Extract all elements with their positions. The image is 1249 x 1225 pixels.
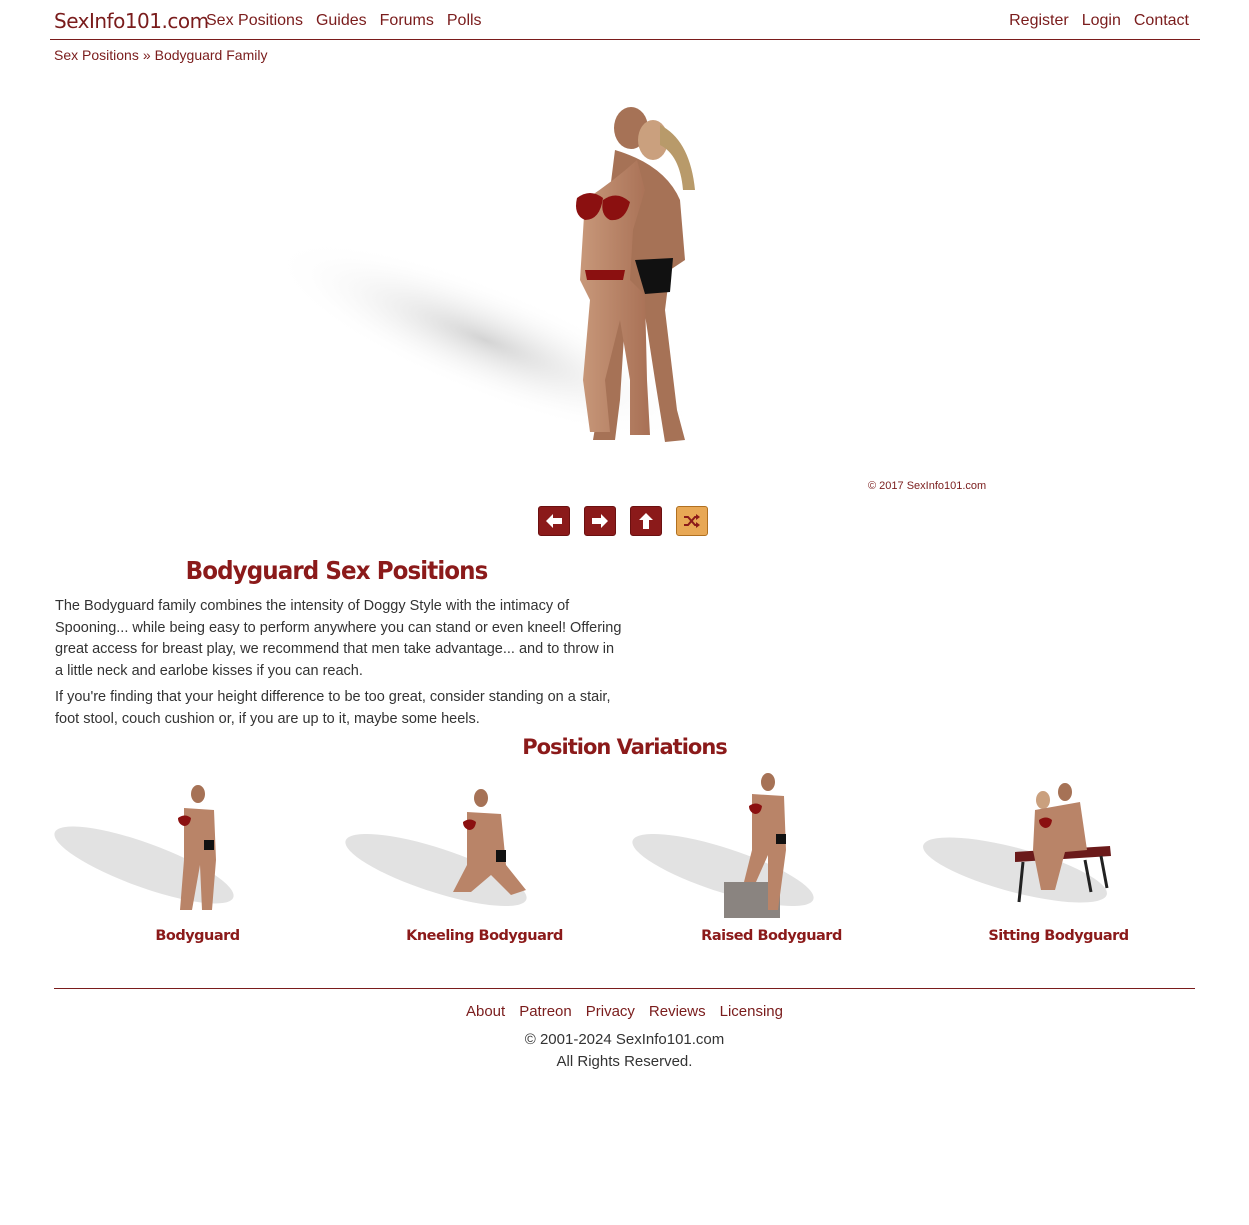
arrow-right-icon — [592, 514, 608, 528]
footer-link-about[interactable]: About — [466, 1003, 505, 1020]
account-nav: Register Login Contact — [1009, 12, 1189, 30]
description-paragraph: The Bodyguard family combines the intens… — [55, 598, 622, 679]
site-header: SexInfo101.com Sex Positions Guides Foru… — [50, 0, 1200, 40]
nav-login[interactable]: Login — [1082, 12, 1121, 30]
footer-divider — [54, 988, 1195, 989]
primary-nav: Sex Positions Guides Forums Polls — [206, 12, 482, 30]
site-logo-link[interactable]: SexInfo101.com — [54, 9, 209, 33]
variation-card-raised-bodyguard[interactable]: Raised Bodyguard — [628, 770, 915, 960]
variation-label: Raised Bodyguard — [701, 928, 842, 944]
page-title: Bodyguard Sex Positions — [185, 556, 489, 585]
arrow-left-icon — [546, 514, 562, 528]
nav-sex-positions[interactable]: Sex Positions — [206, 12, 303, 30]
variation-thumbnail — [923, 783, 1111, 903]
variation-thumbnail — [54, 785, 234, 910]
previous-position-button[interactable] — [538, 506, 570, 536]
svg-text:.: . — [725, 92, 729, 109]
nav-forums[interactable]: Forums — [380, 12, 434, 30]
breadcrumb-link-sex-positions[interactable]: Sex Positions — [54, 47, 139, 63]
random-position-button[interactable] — [676, 506, 708, 536]
footer-link-patreon[interactable]: Patreon — [519, 1003, 572, 1020]
description-paragraph: If you're finding that your height diffe… — [55, 689, 611, 727]
nav-contact[interactable]: Contact — [1134, 12, 1189, 30]
variation-card-bodyguard[interactable]: Bodyguard — [54, 770, 341, 960]
breadcrumb-link-bodyguard-family[interactable]: Bodyguard Family — [155, 47, 268, 63]
footer-copyright: © 2001-2024 SexInfo101.com All Rights Re… — [0, 1029, 1249, 1073]
hero-position-illustration: . — [285, 92, 729, 442]
variation-label: Sitting Bodyguard — [988, 928, 1129, 944]
position-controls — [538, 506, 708, 536]
variation-thumbnail — [345, 789, 527, 907]
variation-card-kneeling-bodyguard[interactable]: Kneeling Bodyguard — [341, 770, 628, 960]
variations-heading: Position Variations — [522, 735, 728, 759]
nav-guides[interactable]: Guides — [316, 12, 367, 30]
footer-link-privacy[interactable]: Privacy — [586, 1003, 635, 1020]
variation-thumbnail — [632, 773, 814, 918]
rights-text: All Rights Reserved. — [556, 1053, 693, 1070]
footer-link-reviews[interactable]: Reviews — [649, 1003, 706, 1020]
shuffle-icon — [684, 514, 700, 528]
next-position-button[interactable] — [584, 506, 616, 536]
copyright-text: © 2001-2024 SexInfo101.com — [524, 1031, 725, 1048]
footer-nav: About Patreon Privacy Reviews Licensing — [0, 1003, 1249, 1020]
footer-link-licensing[interactable]: Licensing — [720, 1003, 783, 1020]
breadcrumb-separator: » — [142, 47, 151, 63]
variation-label: Bodyguard — [155, 928, 240, 944]
arrow-up-icon — [639, 513, 653, 529]
variation-card-sitting-bodyguard[interactable]: Sitting Bodyguard — [915, 770, 1202, 960]
image-copyright: © 2017 SexInfo101.com — [868, 480, 987, 492]
breadcrumb: Sex Positions» Bodyguard Family — [54, 47, 267, 63]
nav-polls[interactable]: Polls — [447, 12, 482, 30]
nav-register[interactable]: Register — [1009, 12, 1069, 30]
position-variations-grid: Bodyguard Kneeling Bodyguard Raised Body… — [54, 770, 1204, 960]
up-level-button[interactable] — [630, 506, 662, 536]
variation-label: Kneeling Bodyguard — [406, 928, 563, 944]
position-description: The Bodyguard family combines the intens… — [55, 596, 625, 735]
